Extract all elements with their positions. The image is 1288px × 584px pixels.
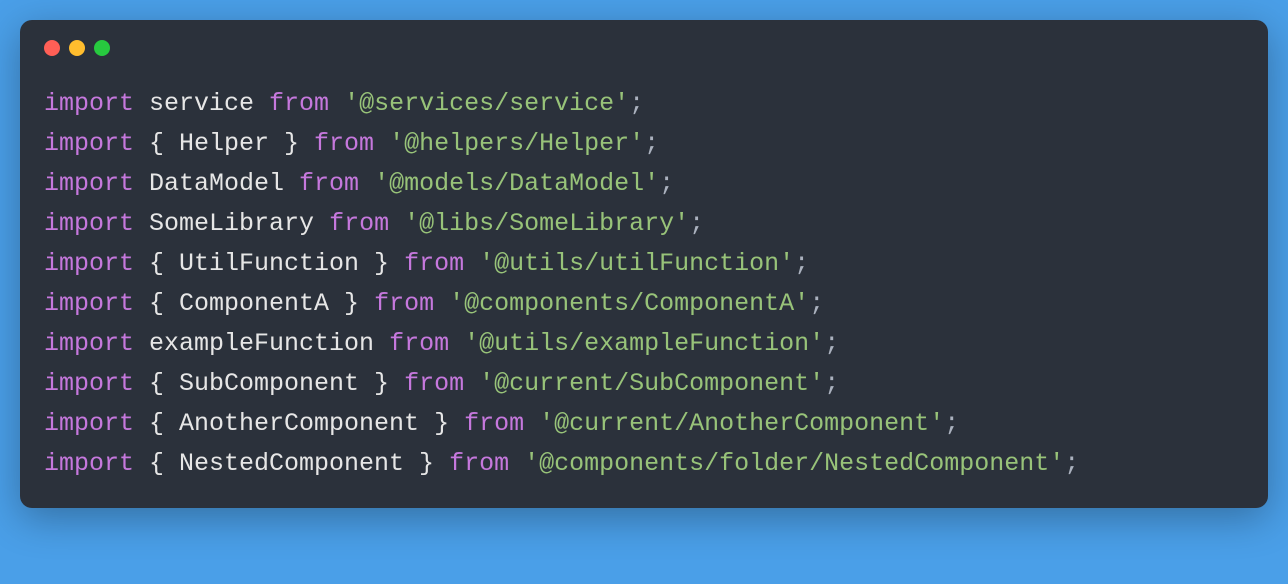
minimize-icon[interactable] [69,40,85,56]
module-path: @utils/utilFunction [494,249,779,278]
import-identifier: exampleFunction [134,329,389,358]
code-window: import service from '@services/service';… [20,20,1268,508]
string-quote-open: ' [404,209,419,238]
space [389,209,404,238]
import-identifier: { SubComponent } [134,369,404,398]
keyword-from: from [389,329,449,358]
semicolon: ; [824,369,839,398]
keyword-from: from [269,89,329,118]
space [359,169,374,198]
space [449,329,464,358]
string-quote-close: ' [929,409,944,438]
import-identifier: { ComponentA } [134,289,374,318]
module-path: @libs/SomeLibrary [419,209,674,238]
keyword-from: from [449,449,509,478]
code-line: import { Helper } from '@helpers/Helper'… [44,124,1244,164]
keyword-from: from [329,209,389,238]
code-line: import exampleFunction from '@utils/exam… [44,324,1244,364]
code-line: import { ComponentA } from '@components/… [44,284,1244,324]
keyword-import: import [44,129,134,158]
string-quote-close: ' [674,209,689,238]
keyword-from: from [464,409,524,438]
keyword-from: from [404,369,464,398]
module-path: @models/DataModel [389,169,644,198]
string-quote-open: ' [479,249,494,278]
maximize-icon[interactable] [94,40,110,56]
import-identifier: { Helper } [134,129,314,158]
import-identifier: { NestedComponent } [134,449,449,478]
semicolon: ; [794,249,809,278]
string-quote-open: ' [374,169,389,198]
import-identifier: service [134,89,269,118]
close-icon[interactable] [44,40,60,56]
string-quote-close: ' [809,369,824,398]
string-quote-open: ' [524,449,539,478]
code-line: import { UtilFunction } from '@utils/uti… [44,244,1244,284]
import-identifier: DataModel [134,169,299,198]
module-path: @current/AnotherComponent [554,409,929,438]
keyword-from: from [374,289,434,318]
keyword-from: from [404,249,464,278]
space [434,289,449,318]
keyword-import: import [44,89,134,118]
space [524,409,539,438]
semicolon: ; [1064,449,1079,478]
keyword-from: from [299,169,359,198]
semicolon: ; [644,129,659,158]
keyword-import: import [44,169,134,198]
string-quote-open: ' [479,369,494,398]
keyword-from: from [314,129,374,158]
keyword-import: import [44,409,134,438]
import-identifier: SomeLibrary [134,209,329,238]
space [464,369,479,398]
semicolon: ; [659,169,674,198]
traffic-lights [44,40,1244,56]
code-block: import service from '@services/service';… [44,84,1244,484]
module-path: @components/ComponentA [464,289,794,318]
string-quote-open: ' [539,409,554,438]
module-path: @components/folder/NestedComponent [539,449,1049,478]
string-quote-close: ' [1049,449,1064,478]
space [509,449,524,478]
string-quote-close: ' [779,249,794,278]
keyword-import: import [44,369,134,398]
module-path: @current/SubComponent [494,369,809,398]
code-line: import { NestedComponent } from '@compon… [44,444,1244,484]
code-line: import { SubComponent } from '@current/S… [44,364,1244,404]
string-quote-open: ' [449,289,464,318]
import-identifier: { AnotherComponent } [134,409,464,438]
semicolon: ; [629,89,644,118]
keyword-import: import [44,449,134,478]
keyword-import: import [44,329,134,358]
module-path: @helpers/Helper [404,129,629,158]
keyword-import: import [44,209,134,238]
space [329,89,344,118]
code-line: import service from '@services/service'; [44,84,1244,124]
module-path: @utils/exampleFunction [479,329,809,358]
string-quote-close: ' [794,289,809,318]
module-path: @services/service [359,89,614,118]
code-line: import { AnotherComponent } from '@curre… [44,404,1244,444]
code-line: import SomeLibrary from '@libs/SomeLibra… [44,204,1244,244]
keyword-import: import [44,249,134,278]
string-quote-close: ' [629,129,644,158]
semicolon: ; [689,209,704,238]
semicolon: ; [824,329,839,358]
import-identifier: { UtilFunction } [134,249,404,278]
string-quote-close: ' [809,329,824,358]
keyword-import: import [44,289,134,318]
semicolon: ; [944,409,959,438]
string-quote-close: ' [644,169,659,198]
string-quote-open: ' [389,129,404,158]
string-quote-close: ' [614,89,629,118]
string-quote-open: ' [344,89,359,118]
semicolon: ; [809,289,824,318]
string-quote-open: ' [464,329,479,358]
code-line: import DataModel from '@models/DataModel… [44,164,1244,204]
space [374,129,389,158]
space [464,249,479,278]
